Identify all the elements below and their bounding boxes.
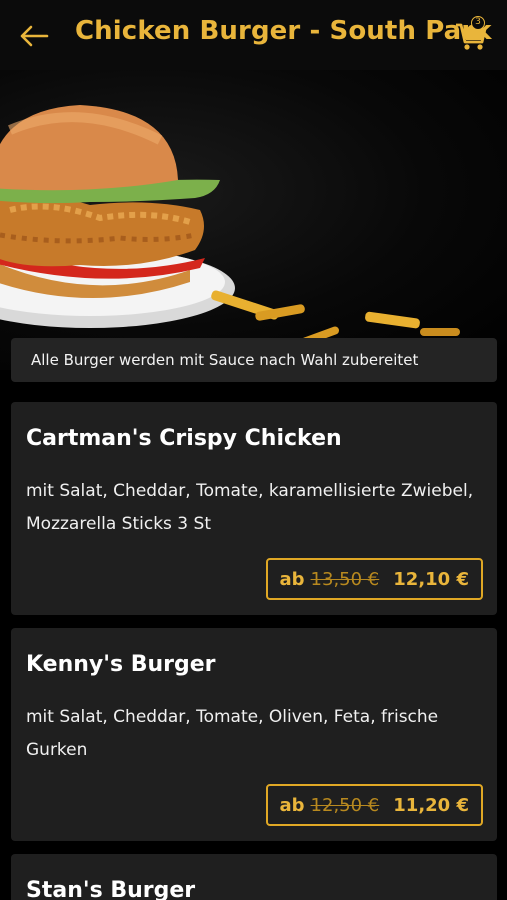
info-notice: Alle Burger werden mit Sauce nach Wahl z…: [11, 338, 497, 382]
cart-button[interactable]: 3: [454, 16, 490, 52]
item-name: Cartman's Crispy Chicken: [26, 426, 342, 451]
price-prefix: ab: [279, 794, 305, 816]
back-arrow-icon: [20, 25, 49, 47]
menu-item-card[interactable]: Kenny's Burger mit Salat, Cheddar, Tomat…: [11, 628, 497, 841]
price-button[interactable]: ab 12,50 € 11,20 €: [265, 784, 483, 826]
old-price: 13,50 €: [310, 568, 380, 590]
menu-item-card[interactable]: Stan's Burger: [11, 854, 497, 900]
back-button[interactable]: [16, 18, 52, 54]
new-price: 12,10 €: [393, 568, 469, 590]
hero-image: [0, 70, 507, 370]
item-name: Kenny's Burger: [26, 652, 216, 677]
chicken-burger-image: [0, 105, 460, 346]
menu-item-card[interactable]: Cartman's Crispy Chicken mit Salat, Ched…: [11, 402, 497, 615]
price-prefix: ab: [279, 568, 305, 590]
cart-count-badge: 3: [471, 16, 485, 30]
item-name: Stan's Burger: [26, 878, 196, 900]
new-price: 11,20 €: [393, 794, 469, 816]
item-description: mit Salat, Cheddar, Tomate, Oliven, Feta…: [26, 707, 439, 760]
app-header: Chicken Burger - South Park 3: [0, 0, 507, 70]
page-title: Chicken Burger - South Park: [75, 16, 492, 46]
price-button[interactable]: ab 13,50 € 12,10 €: [265, 558, 483, 600]
old-price: 12,50 €: [310, 794, 380, 816]
item-description: mit Salat, Cheddar, Tomate, karamellisie…: [26, 481, 474, 534]
